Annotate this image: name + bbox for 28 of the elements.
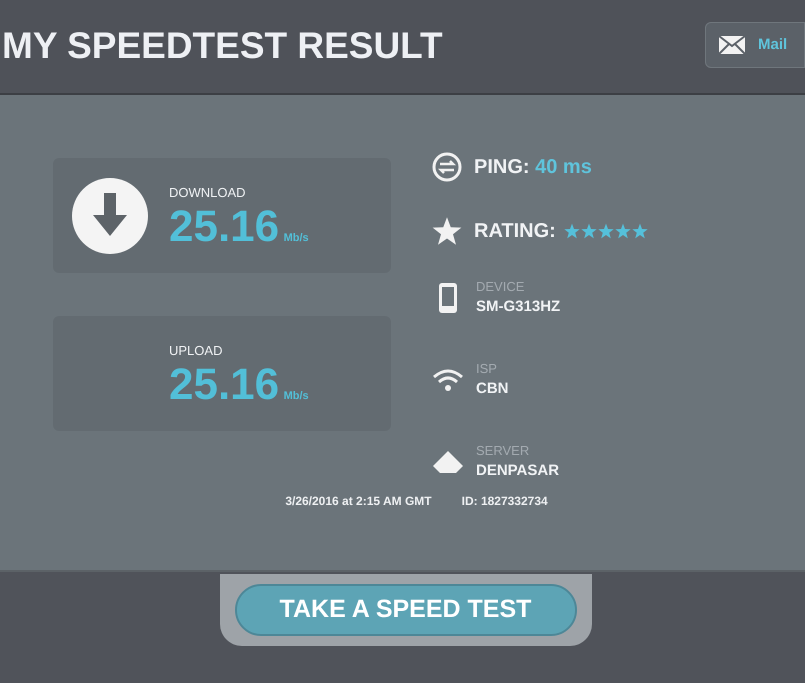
speed-label: UPLOAD <box>169 344 224 357</box>
result-id: ID: 1827332734 <box>462 493 548 510</box>
detail-label: SERVER <box>476 443 530 460</box>
speed-label: DOWNLOAD <box>169 186 247 199</box>
detail-label: ISP <box>476 361 498 378</box>
speed-reading: 25.16 Mb/s <box>169 205 309 249</box>
detail-value: DENPASAR <box>476 462 560 481</box>
detail-value: CBN <box>476 380 508 399</box>
envelope-icon <box>718 35 746 55</box>
timestamp: 3/26/2016 at 2:15 AM GMT <box>285 493 432 510</box>
phone-icon <box>438 282 458 314</box>
server-diamond-icon <box>432 450 464 474</box>
rating-star-icon <box>598 223 614 239</box>
speed-reading: 25.16 Mb/s <box>169 363 309 407</box>
rating-star-icon <box>632 223 648 239</box>
rating-star-icon <box>614 223 631 239</box>
detail-value: SM-G313HZ <box>476 298 560 317</box>
rating-star-icon <box>564 223 580 239</box>
rating-star-icon <box>580 223 597 239</box>
star-icon <box>432 216 462 246</box>
page-title: MY SPEEDTEST RESULT <box>2 27 443 64</box>
wifi-icon <box>432 368 464 392</box>
rating-label: RATING: <box>474 219 556 244</box>
ping-reading: PING: 40 ms <box>474 155 592 180</box>
detail-label: DEVICE <box>476 279 526 296</box>
take-speed-test-button[interactable]: TAKE A SPEED TEST <box>234 584 576 636</box>
ping-arrows-icon <box>432 152 462 182</box>
mail-button[interactable]: Mail <box>705 22 805 68</box>
